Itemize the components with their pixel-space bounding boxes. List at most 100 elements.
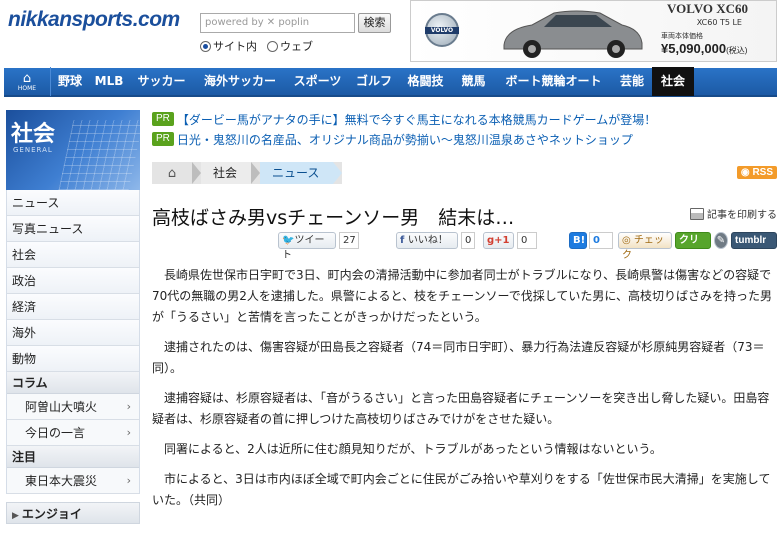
breadcrumb-home[interactable]: ⌂ [152,162,192,184]
gplus-count: 0 [517,232,537,249]
sidebar-enjoy[interactable]: ▶ エンジョイ [6,502,140,524]
mixi-icon: ◎ [622,235,634,246]
radio-icon [267,40,278,52]
radio-site-label: サイト内 [213,40,257,53]
gplus-button[interactable]: g+1 [483,232,514,249]
hatena-button[interactable]: B! [569,232,587,249]
printer-icon [690,207,704,220]
sidebar-item-label: 今日の一言 [25,426,86,440]
facebook-count: 0 [461,232,475,249]
sidebar-item-kyou-no-hitokoto[interactable]: 今日の一言 › [7,420,139,446]
home-icon: ⌂ [167,165,177,181]
volvo-logo-icon: VOLVO [425,13,459,47]
article-paragraph: 市によると、3日は市内ほぼ全域で町内会ごとに住民がごみ拾いや草刈りをする「佐世保… [152,472,771,507]
print-label: 記事を印刷する [707,210,777,221]
rss-button[interactable]: ◉ RSS [736,166,777,179]
radio-site[interactable]: サイト内 [200,38,257,54]
breadcrumb-news[interactable]: ニュース [260,162,334,184]
breadcrumb: ⌂ 社会 ニュース ◉ RSS [152,162,777,184]
home-icon: ⌂ [22,70,32,86]
pr-text[interactable]: 日光・鬼怒川の名産品、オリジナル商品が勢揃い〜鬼怒川温泉あさやネットショップ [177,131,633,148]
search-input[interactable]: powered by ✕ poplin [200,13,355,33]
breadcrumb-separator-icon [251,162,261,184]
nav-home-label: HOME [17,84,37,92]
ad-brand-badge: VOLVO [425,27,459,34]
radio-web[interactable]: ウェブ [267,38,313,54]
sidebar-item-overseas[interactable]: 海外 [7,320,139,346]
ad-title: VOLVO XC60 [667,1,748,16]
breadcrumb-bar: ⌂ 社会 ニュース [152,162,343,184]
ad-banner[interactable]: VOLVO VOLVO XC60 XC60 T5 LE 車両本体価格 ¥5,09… [410,0,777,62]
article-title: 高枝ばさみ男vsチェーンソー男 結末は… [152,207,515,229]
section-banner: 社会 GENERAL [6,110,140,190]
nav-item-horse-racing[interactable]: 競馬 [452,67,495,96]
pr-link[interactable]: PR 【ダービー馬がアナタの手に】無料で今すぐ馬主になれる本格競馬カードゲームが登… [152,110,777,128]
sidebar-item-politics[interactable]: 政治 [7,268,139,294]
triangle-right-icon: ▶ [12,511,19,521]
sidebar-notice-head: 注目 [7,446,139,468]
breadcrumb-separator-icon [192,162,201,184]
nav-item-world-soccer[interactable]: 海外サッカー [194,67,286,96]
article-paragraph: 同署によると、2人は近所に住む顔見知りだが、トラブルがあったという情報はないとい… [164,442,662,456]
search-button[interactable]: 検索 [358,13,391,33]
social-buttons: 🐦ツイート 27 f いいね！ 0 g+1 0 B! 0 ◎ チェック クリップ… [152,232,777,261]
article-body: 長崎県佐世保市日宇町で3日、町内会の清掃活動中に参加者同士がトラブルになり、長崎… [152,265,777,520]
banner-eng: GENERAL [13,146,53,154]
nav-item-baseball[interactable]: 野球 [51,67,89,96]
article-paragraph: 逮捕容疑は、杉原容疑者は、「音がうるさい」と言った田島容疑者にチェーンソーを突き… [152,391,770,426]
facebook-like-button[interactable]: f いいね！ [396,232,458,249]
nav-item-entertainment[interactable]: 芸能 [612,67,652,96]
nav-item-boat-keirin-auto[interactable]: ボート競輪オート [495,67,612,96]
evernote-icon[interactable]: ✎ [714,232,728,249]
fb-like-label: いいね！ [407,235,448,246]
nav-item-soccer[interactable]: サッカー [129,67,194,96]
tweet-button[interactable]: 🐦ツイート [278,232,336,261]
article-paragraph: 逮捕されたのは、傷害容疑が田島長之容疑者（74＝同市日宇町）、暴力行為法違反容疑… [152,340,765,375]
sidebar-item-asozan[interactable]: 阿曽山大噴火 › [7,394,139,420]
tumblr-button[interactable]: tumblr [731,232,777,249]
article-paragraph: 長崎県佐世保市日宇町で3日、町内会の清掃活動中に参加者同士がトラブルになり、長崎… [152,268,773,324]
nav-item-golf[interactable]: ゴルフ [349,67,399,96]
rss-icon: ◉ [740,167,753,178]
tweet-count: 27 [339,232,359,249]
nav-item-mlb[interactable]: MLB [89,67,129,96]
ad-model: XC60 T5 LE [696,18,742,27]
chevron-right-icon: › [126,426,131,439]
sidebar-item-animals[interactable]: 動物 [7,346,139,372]
pr-text[interactable]: 【ダービー馬がアナタの手に】無料で今すぐ馬主になれる本格競馬カードゲームが登場！ [177,111,656,128]
radio-selected-icon [200,40,211,52]
sidebar-column-head: コラム [7,372,139,394]
sidebar-item-label: 東日本大震災 [25,474,98,488]
nav-home[interactable]: ⌂ HOME [4,67,51,96]
sidebar-item-earthquake[interactable]: 東日本大震災 › [7,468,139,494]
hatena-count: 0 [589,232,613,249]
main-content: PR 【ダービー馬がアナタの手に】無料で今すぐ馬主になれる本格競馬カードゲームが登… [152,110,777,507]
breadcrumb-separator-icon [333,162,343,184]
clip-button[interactable]: クリップ [675,232,711,261]
sidebar-list: ニュース 写真ニュース 社会 政治 経済 海外 動物 コラム 阿曽山大噴火 › 今… [6,190,140,494]
print-link[interactable]: 記事を印刷する [690,206,777,221]
nav-item-society[interactable]: 社会 [652,67,694,96]
mixi-check-button[interactable]: ◎ チェック [618,232,672,261]
sidebar-item-economy[interactable]: 経済 [7,294,139,320]
site-logo[interactable]: nikkansports.com [8,8,180,32]
ad-price: ¥5,090,000(税込) [661,41,747,56]
breadcrumb-society[interactable]: 社会 [201,162,252,184]
ad-price-value: ¥5,090,000 [661,41,727,56]
nav-item-sports[interactable]: スポーツ [286,67,349,96]
sidebar-item-photo-news[interactable]: 写真ニュース [7,216,139,242]
main-nav: ⌂ HOME 野球 MLB サッカー 海外サッカー スポーツ ゴルフ 格闘技 競… [4,67,777,97]
chevron-right-icon: › [126,474,131,487]
nav-item-fighting[interactable]: 格闘技 [399,67,452,96]
pr-badge: PR [152,112,174,126]
pr-link[interactable]: PR 日光・鬼怒川の名産品、オリジナル商品が勢揃い〜鬼怒川温泉あさやネットショップ [152,130,777,148]
chevron-right-icon: › [126,400,131,413]
radio-web-label: ウェブ [280,40,313,53]
sidebar-item-society[interactable]: 社会 [7,242,139,268]
gplus-label: +1 [494,235,510,246]
search-scope: サイト内 ウェブ [200,38,313,54]
banner-decoration [58,120,140,190]
ad-price-suffix: (税込) [726,46,748,55]
sidebar-item-news[interactable]: ニュース [7,190,139,216]
header: nikkansports.com powered by ✕ poplin 検索 … [0,0,777,68]
